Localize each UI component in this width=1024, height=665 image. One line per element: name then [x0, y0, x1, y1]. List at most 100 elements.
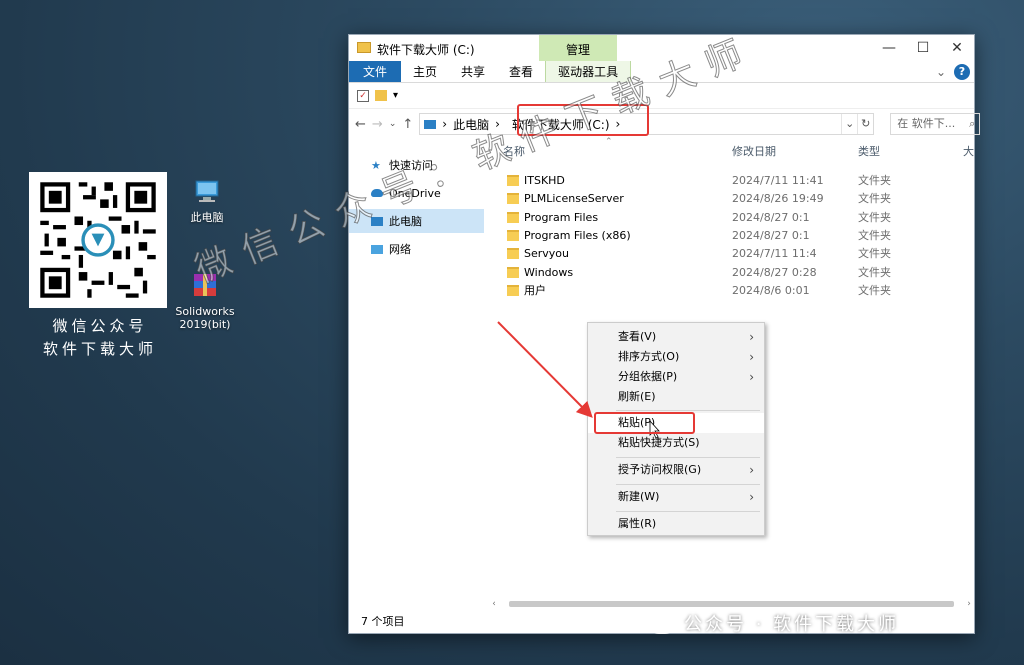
qr-caption-line1: 微信公众号 [52, 317, 148, 335]
recent-locations-button[interactable]: ⌄ [389, 119, 397, 129]
file-date: 2024/8/27 0:1 [732, 210, 810, 224]
file-row[interactable]: 用户 2024/8/6 0:01 文件夹 [507, 281, 977, 299]
folder-icon [507, 192, 519, 204]
nav-item-label: 网络 [389, 243, 411, 256]
menu-item-sort-by[interactable]: 排序方式(O) › [588, 347, 764, 367]
expand-ribbon-icon[interactable]: ⌄ [936, 65, 946, 79]
column-header-type[interactable]: 类型 [858, 143, 880, 159]
customize-toolbar-icon[interactable]: ▾ [393, 90, 398, 101]
column-header-name[interactable]: 名称 [503, 143, 525, 159]
file-row[interactable]: Program Files 2024/8/27 0:1 文件夹 [507, 208, 977, 226]
status-bar-count: 7 个项目 [361, 615, 405, 628]
column-header-size[interactable]: 大 [963, 143, 974, 159]
file-row[interactable]: Windows 2024/8/27 0:28 文件夹 [507, 263, 977, 281]
breadcrumb-separator: › [495, 117, 500, 131]
title-bar: 软件下载大师 (C:) 管理 — ☐ ✕ [349, 35, 974, 61]
file-row[interactable]: Servyou 2024/7/11 11:4 文件夹 [507, 244, 977, 262]
folder-icon [357, 42, 371, 53]
menu-item-label: 属性(R) [618, 517, 657, 530]
file-name: ITSKHD [524, 173, 565, 187]
properties-icon[interactable]: ✓ [357, 89, 369, 102]
menu-item-label: 查看(V) [618, 330, 657, 343]
file-date: 2024/8/26 19:49 [732, 191, 824, 205]
new-folder-icon[interactable] [375, 90, 387, 101]
breadcrumb-this-pc[interactable]: 此电脑 [453, 116, 489, 133]
nav-item-quick-access[interactable]: ★ 快速访问 [349, 153, 489, 177]
file-date: 2024/8/6 0:01 [732, 283, 810, 297]
tab-home[interactable]: 主页 [401, 61, 449, 82]
menu-item-properties[interactable]: 属性(R) [588, 514, 764, 534]
menu-item-label: 刷新(E) [618, 390, 656, 403]
nav-item-onedrive[interactable]: OneDrive [349, 181, 489, 205]
desktop-icon-solidworks[interactable]: Solidworks 2019(bit) [175, 244, 235, 344]
maximize-button[interactable]: ☐ [906, 35, 940, 61]
scroll-right-icon[interactable]: › [964, 599, 974, 609]
menu-separator [616, 457, 760, 458]
menu-item-label: 授予访问权限(G) [618, 463, 702, 476]
tab-drive-tools[interactable]: 驱动器工具 [545, 61, 632, 82]
back-button[interactable]: ← [355, 117, 366, 132]
minimize-button[interactable]: — [872, 35, 906, 61]
up-button[interactable]: ↑ [402, 117, 413, 132]
horizontal-scrollbar[interactable]: ‹ › [489, 597, 974, 611]
ribbon-tabs: 文件 主页 共享 查看 驱动器工具 ⌄ ? [349, 61, 974, 83]
menu-item-view[interactable]: 查看(V) › [588, 327, 764, 347]
file-name: PLMLicenseServer [524, 191, 624, 205]
desktop-icon-label: Solidworks 2019(bit) [175, 305, 235, 331]
scroll-left-icon[interactable]: ‹ [489, 599, 499, 609]
tab-view[interactable]: 查看 [497, 61, 545, 82]
file-row[interactable]: PLMLicenseServer 2024/8/26 19:49 文件夹 [507, 189, 977, 207]
file-type: 文件夹 [858, 174, 891, 187]
menu-item-refresh[interactable]: 刷新(E) [588, 387, 764, 407]
search-input[interactable]: 在 软件下... ⌕ [890, 113, 981, 135]
column-header-date[interactable]: 修改日期 [732, 143, 776, 159]
file-row[interactable]: ITSKHD 2024/7/11 11:41 文件夹 [507, 171, 977, 189]
menu-item-give-access[interactable]: 授予访问权限(G) › [588, 460, 764, 480]
address-dropdown-icon[interactable]: ⌄ [841, 114, 857, 134]
file-row[interactable]: Program Files (x86) 2024/8/27 0:1 文件夹 [507, 226, 977, 244]
tab-share[interactable]: 共享 [449, 61, 497, 82]
menu-item-label: 分组依据(P) [618, 370, 678, 383]
desktop-icon-this-pc[interactable]: 此电脑 [177, 176, 237, 224]
menu-item-group-by[interactable]: 分组依据(P) › [588, 367, 764, 387]
file-type: 文件夹 [858, 284, 891, 297]
folder-icon [507, 174, 519, 186]
file-date: 2024/7/11 11:41 [732, 173, 824, 187]
cloud-icon [371, 189, 383, 197]
tab-file[interactable]: 文件 [349, 61, 402, 82]
file-name: Windows [524, 265, 574, 279]
footer-watermark-text: 公众号 · 软件下载大师 [684, 614, 900, 635]
chevron-right-icon: › [749, 330, 754, 344]
nav-item-network[interactable]: 网络 [349, 237, 489, 261]
qr-caption-line2: 软件下载大师 [42, 340, 157, 358]
quick-access-toolbar: ✓ ▾ [349, 83, 974, 109]
nav-item-this-pc[interactable]: 此电脑 [349, 209, 484, 233]
close-button[interactable]: ✕ [940, 35, 974, 61]
file-date: 2024/8/27 0:28 [732, 265, 817, 279]
desktop: 微信公众号 软件下载大师 此电脑 Solidworks 2019(bit) 软件… [0, 0, 1024, 665]
search-placeholder: 在 软件下... [897, 117, 956, 130]
file-name: Program Files [524, 210, 599, 224]
computer-icon [424, 119, 437, 129]
menu-item-paste-shortcut[interactable]: 粘贴快捷方式(S) [588, 433, 764, 453]
help-icon[interactable]: ? [954, 64, 970, 80]
star-icon: ★ [371, 158, 381, 172]
file-type: 文件夹 [858, 192, 891, 205]
folder-icon [507, 266, 519, 278]
file-type: 文件夹 [858, 211, 891, 224]
nav-item-label: 此电脑 [389, 215, 422, 228]
sort-arrow-icon: ⌃ [605, 137, 613, 147]
network-icon [371, 244, 383, 254]
footer-watermark: 公众号 · 软件下载大师 [648, 610, 899, 636]
menu-item-new[interactable]: 新建(W) › [588, 487, 764, 507]
chevron-right-icon: › [749, 490, 754, 504]
refresh-icon[interactable]: ↻ [857, 114, 873, 134]
context-tab-header: 管理 [539, 35, 617, 61]
file-name: 用户 [524, 284, 546, 297]
scroll-thumb[interactable] [509, 601, 954, 607]
nav-item-label: 快速访问 [389, 159, 433, 172]
file-type: 文件夹 [858, 229, 891, 242]
menu-item-label: 新建(W) [618, 490, 660, 503]
forward-button[interactable]: → [372, 117, 383, 132]
chevron-right-icon: › [749, 350, 754, 364]
